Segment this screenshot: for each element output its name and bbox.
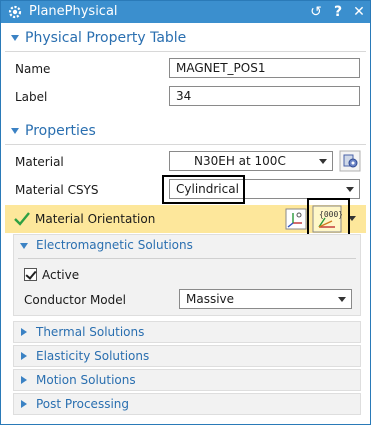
label-input[interactable]: 34 — [169, 86, 360, 106]
conductor-model-label: Conductor Model — [24, 293, 126, 307]
collapse-triangle-icon[interactable] — [20, 243, 28, 249]
thermal-solutions-title: Thermal Solutions — [36, 325, 145, 339]
active-label: Active — [42, 268, 80, 282]
properties-header[interactable]: Properties — [1, 120, 370, 144]
expand-triangle-icon — [21, 376, 27, 384]
expand-triangle-icon — [21, 328, 27, 336]
collapse-triangle-icon — [11, 35, 19, 41]
properties-title: Properties — [25, 123, 96, 139]
csys-highlight-box — [162, 175, 245, 204]
checkmark-icon — [25, 268, 37, 280]
post-processing-header[interactable]: Post Processing — [13, 393, 361, 415]
motion-solutions-header[interactable]: Motion Solutions — [13, 369, 361, 391]
window-title: PlanePhysical — [29, 4, 118, 19]
expand-triangle-icon — [21, 352, 27, 360]
material-label: Material — [15, 155, 64, 169]
material-value: N30EH at 100C — [194, 154, 286, 168]
material-select[interactable]: N30EH at 100C — [169, 151, 333, 171]
material-csys-label: Material CSYS — [15, 183, 99, 197]
divider — [5, 144, 366, 145]
physical-property-table-header[interactable]: Physical Property Table — [1, 27, 370, 51]
elasticity-solutions-header[interactable]: Elasticity Solutions — [13, 345, 361, 367]
name-input[interactable]: MAGNET_POS1 — [169, 58, 360, 78]
active-checkbox[interactable] — [24, 268, 37, 281]
divider — [18, 258, 356, 259]
expand-triangle-icon — [21, 400, 27, 408]
physical-property-table-title: Physical Property Table — [25, 30, 187, 46]
csys-icon[interactable] — [285, 208, 307, 230]
orientation-highlight-box — [307, 198, 350, 238]
conductor-model-value: Massive — [186, 292, 235, 306]
checkmark-icon — [14, 212, 30, 226]
close-icon[interactable]: ✕ — [350, 3, 368, 21]
post-processing-title: Post Processing — [36, 397, 129, 411]
material-library-icon[interactable] — [339, 150, 361, 172]
title-bar[interactable]: PlanePhysical ↺ ? ✕ — [1, 1, 370, 23]
divider — [5, 51, 366, 52]
electromagnetic-solutions-panel: Electromagnetic Solutions Active Conduct… — [13, 234, 361, 316]
label-label: Label — [15, 90, 48, 104]
electromagnetic-solutions-title[interactable]: Electromagnetic Solutions — [36, 238, 193, 252]
chevron-down-icon — [319, 159, 327, 164]
gear-icon — [8, 5, 22, 19]
collapse-triangle-icon — [11, 128, 19, 134]
help-icon[interactable]: ? — [329, 3, 347, 21]
motion-solutions-title: Motion Solutions — [36, 373, 136, 387]
elasticity-solutions-title: Elasticity Solutions — [36, 349, 150, 363]
conductor-model-select[interactable]: Massive — [179, 289, 352, 309]
chevron-down-icon — [346, 187, 354, 192]
reset-icon[interactable]: ↺ — [307, 3, 325, 21]
name-label: Name — [15, 62, 51, 76]
thermal-solutions-header[interactable]: Thermal Solutions — [13, 321, 361, 343]
chevron-down-icon — [338, 297, 346, 302]
plane-physical-dialog: PlanePhysical ↺ ? ✕ Physical Property Ta… — [0, 0, 371, 425]
material-orientation-label: Material Orientation — [35, 212, 156, 226]
